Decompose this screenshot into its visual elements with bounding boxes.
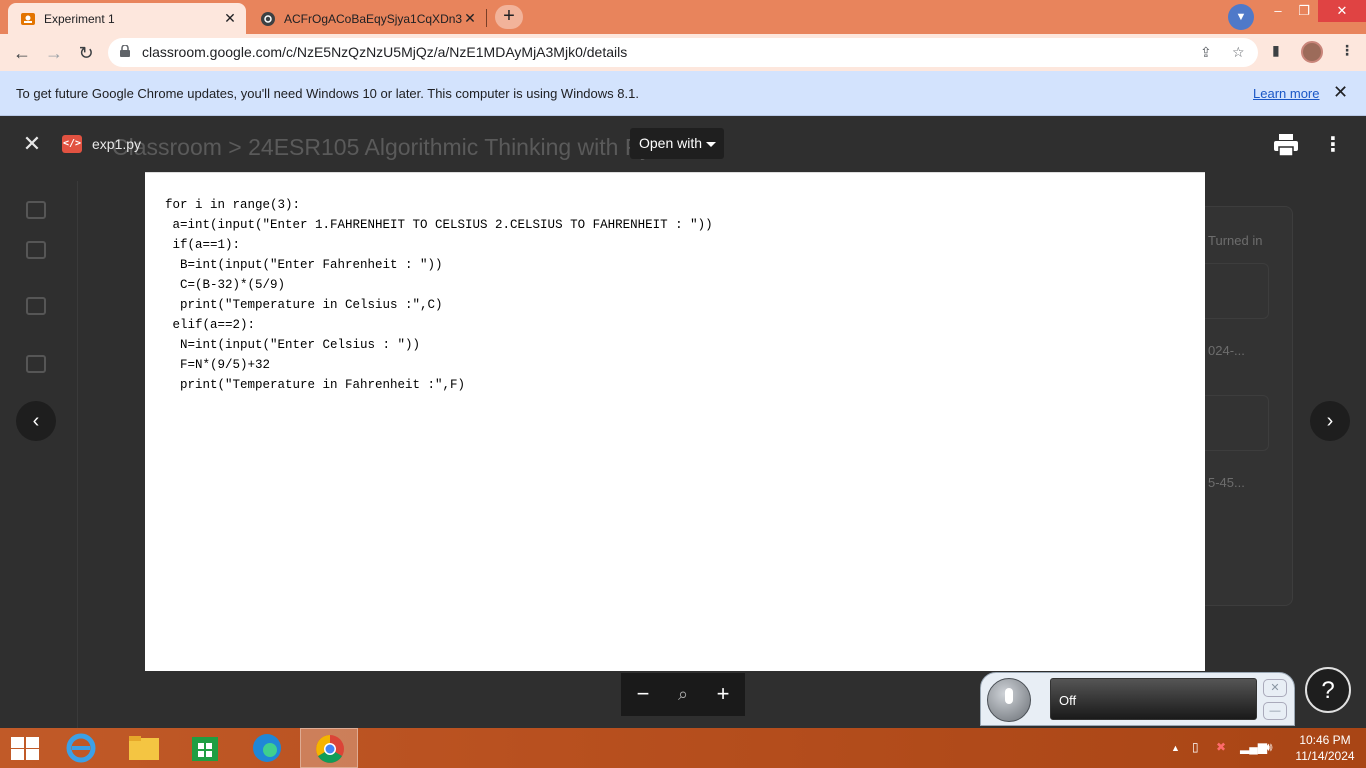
volume-icon[interactable]: 🔊︎ — [1265, 740, 1273, 755]
back-arrow-icon[interactable]: ← — [9, 40, 35, 66]
viewer-close-icon[interactable]: ✕ — [20, 132, 44, 156]
classroom-icon — [21, 12, 35, 25]
speech-minimize-icon[interactable]: — — [1263, 702, 1287, 720]
address-bar[interactable]: classroom.google.com/c/NzE5NzQzNzU5MjQz/… — [108, 38, 1258, 67]
card-text: 024-... — [1208, 343, 1245, 358]
more-options-icon[interactable]: ⋮ — [1321, 133, 1345, 157]
speech-close-icon[interactable]: ✕ — [1263, 679, 1287, 697]
bookmark-star-icon[interactable]: ☆ — [1232, 44, 1245, 61]
code-content: for i in range(3): a=int(input("Enter 1.… — [165, 198, 713, 392]
window-close-button[interactable]: ✕ — [1318, 0, 1366, 22]
card-slot — [1194, 395, 1269, 451]
submission-card: Turned in 024-... 5-45... — [1193, 206, 1293, 606]
code-file-icon: </> — [62, 135, 82, 153]
signal-icon[interactable]: ▂▄▆ — [1240, 740, 1267, 754]
reload-icon[interactable]: ↻ — [73, 40, 99, 66]
lock-icon — [120, 45, 130, 57]
infobar-close-icon[interactable]: ✕ — [1333, 82, 1348, 103]
enrolled-icon — [26, 297, 46, 315]
open-with-label: Open with — [639, 135, 703, 151]
zoom-reset-icon[interactable]: ⌕ — [671, 682, 695, 706]
new-tab-button[interactable]: + — [495, 5, 523, 29]
clock-date: 11/14/2024 — [1295, 749, 1355, 763]
previous-file-button[interactable]: ‹ — [16, 401, 56, 441]
open-with-button[interactable]: Open with — [630, 128, 724, 159]
tab-search-chevron-icon[interactable]: ▼ — [1228, 4, 1254, 30]
microphone-icon[interactable] — [987, 678, 1031, 722]
edge-icon[interactable] — [238, 728, 296, 768]
file-name: exp1.py — [92, 136, 142, 152]
chrome-menu-icon[interactable]: ⋮ — [1340, 42, 1354, 59]
archive-icon — [26, 355, 46, 373]
classroom-breadcrumb: Classroom > 24ESR105 Algorithmic Thinkin… — [112, 134, 652, 160]
tab-close-icon[interactable]: ✕ — [222, 10, 238, 27]
turned-in-label: Turned in — [1208, 233, 1263, 248]
zoom-out-button[interactable]: − — [631, 682, 655, 706]
file-explorer-icon[interactable] — [114, 728, 172, 768]
classroom-nav-rail — [0, 181, 78, 728]
document-page: for i in range(3): a=int(input("Enter 1.… — [145, 172, 1205, 671]
next-file-button[interactable]: › — [1310, 401, 1350, 441]
action-center-icon[interactable]: ▯ — [1192, 740, 1199, 754]
caret-down-icon — [706, 142, 716, 147]
profile-avatar[interactable] — [1301, 41, 1323, 63]
infobar-message: To get future Google Chrome updates, you… — [16, 86, 639, 101]
windows-start-icon[interactable] — [11, 737, 39, 760]
card-text: 5-45... — [1208, 475, 1245, 490]
system-clock[interactable]: 10:46 PM 11/14/2024 — [1290, 732, 1360, 764]
learn-more-link[interactable]: Learn more — [1253, 86, 1319, 101]
help-button[interactable]: ? — [1305, 667, 1351, 713]
internet-explorer-icon[interactable] — [52, 728, 110, 768]
tab-close-icon[interactable]: ✕ — [462, 10, 478, 27]
zoom-controls: − ⌕ + — [621, 673, 745, 716]
chrome-taskbar-icon[interactable] — [300, 728, 358, 768]
speech-status: Off — [1050, 678, 1257, 720]
browser-toolbar: ← → ↻ classroom.google.com/c/NzE5NzQzNzU… — [0, 34, 1366, 71]
tab-title: Experiment 1 — [44, 11, 115, 26]
card-slot — [1194, 263, 1269, 319]
clock-time: 10:46 PM — [1299, 733, 1351, 747]
tab-experiment-1[interactable]: Experiment 1 ✕ — [8, 3, 246, 34]
chrome-update-infobar: To get future Google Chrome updates, you… — [0, 71, 1366, 116]
print-icon[interactable] — [1274, 134, 1298, 156]
store-icon[interactable] — [176, 728, 234, 768]
tab-strip: Experiment 1 ✕ ACFrOgACoBaEqySjya1CqXDn3… — [0, 0, 1366, 34]
share-icon[interactable]: ⇪ — [1200, 44, 1212, 61]
zoom-in-button[interactable]: + — [711, 682, 735, 706]
globe-icon — [261, 11, 275, 26]
tab-separator — [486, 9, 487, 27]
tab-title: ACFrOgACoBaEqySjya1CqXDn3u — [284, 11, 462, 26]
forward-arrow-icon[interactable]: → — [41, 40, 67, 66]
tray-overflow-icon[interactable]: ▲ — [1171, 743, 1180, 753]
side-panel-icon[interactable]: ▮ — [1272, 42, 1280, 59]
windows-taskbar: ▲ ▯ ✖ ▂▄▆ 🔊︎ 10:46 PM 11/14/2024 — [0, 728, 1366, 768]
tab-pdf-document[interactable]: ACFrOgACoBaEqySjya1CqXDn3u ✕ — [252, 3, 486, 34]
home-icon — [26, 201, 46, 219]
url-text: classroom.google.com/c/NzE5NzQzNzU5MjQz/… — [142, 44, 628, 60]
speech-recognition-widget: Off ✕ — — [980, 672, 1295, 726]
calendar-icon — [26, 241, 46, 259]
network-warning-icon[interactable]: ✖ — [1216, 740, 1226, 754]
